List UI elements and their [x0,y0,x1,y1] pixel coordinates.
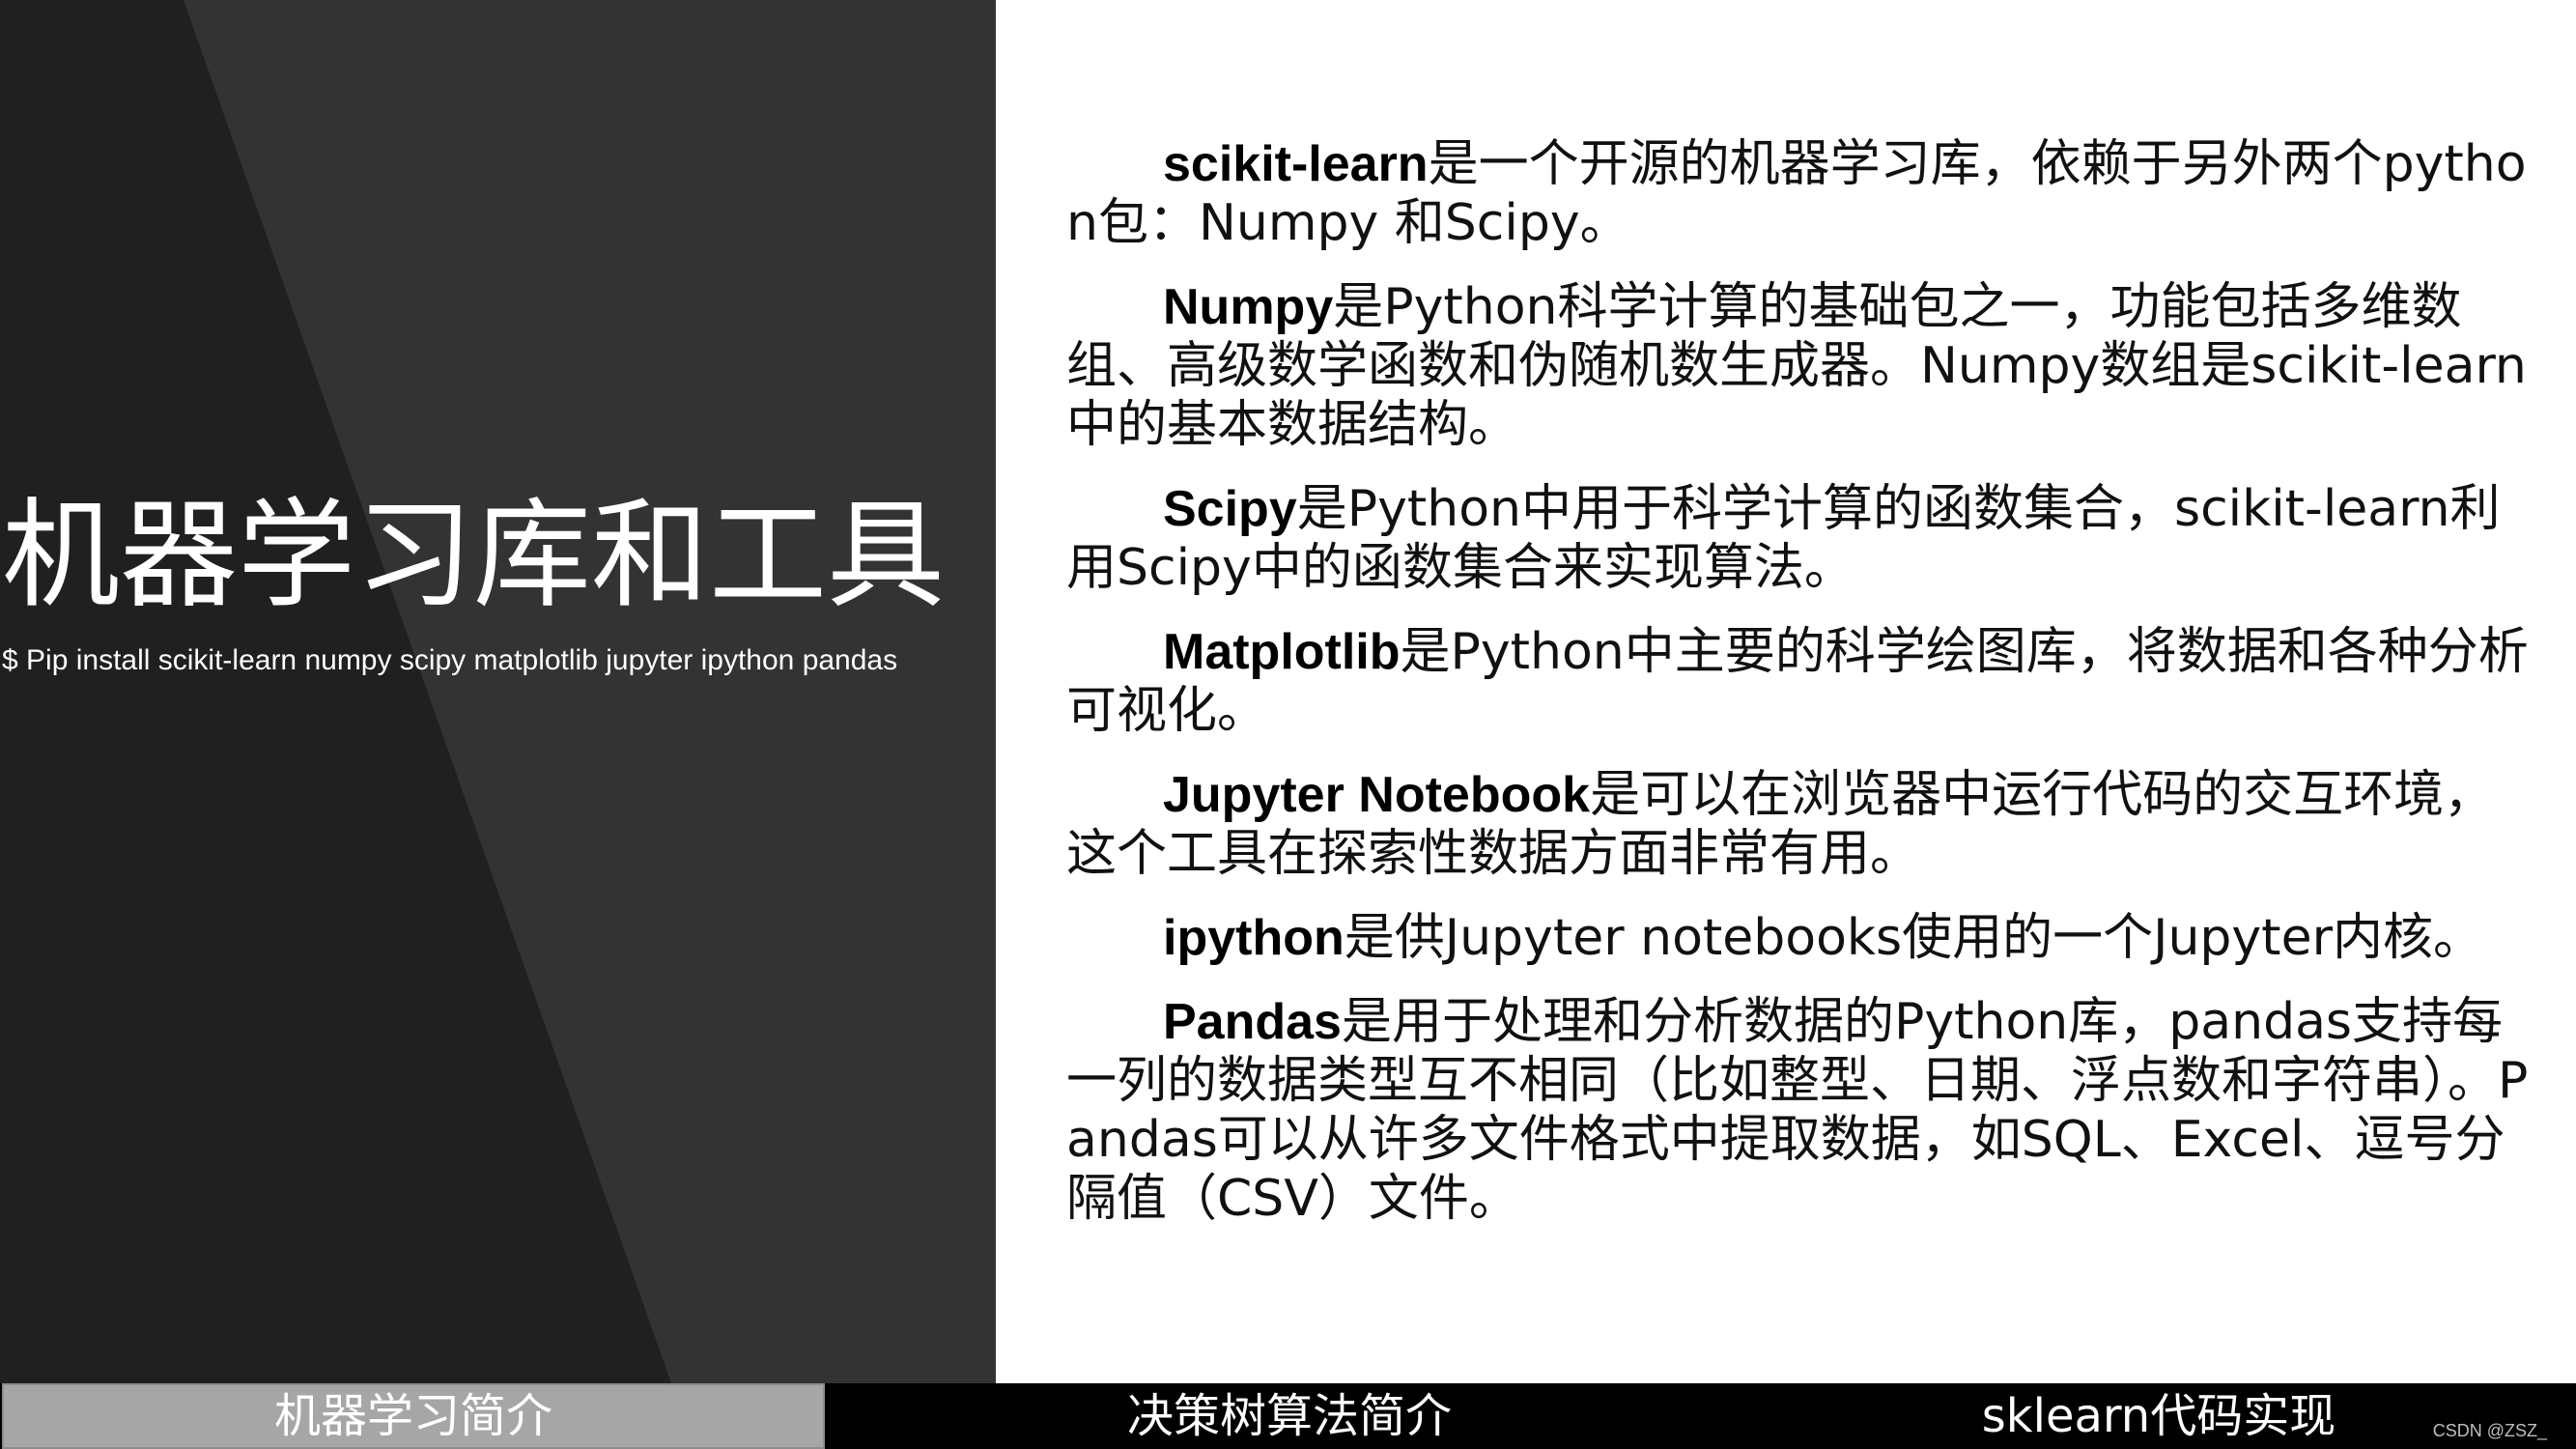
watermark: CSDN @ZSZ_ [2432,1421,2547,1440]
paragraph-scipy: Scipy是Python中用于科学计算的函数集合，scikit-learn利用S… [1066,480,2534,598]
paragraph-ipython: ipython是供Jupyter notebooks使用的一个Jupyter内核… [1066,909,2534,968]
term-label: ipython [1163,910,1345,966]
term-label: Numpy [1163,279,1334,335]
paragraph-matplotlib: Matplotlib是Python中主要的科学绘图库，将数据和各种分析可视化。 [1066,623,2534,741]
install-command: $ Pip install scikit-learn numpy scipy m… [2,644,898,676]
term-label: Jupyter Notebook [1163,767,1591,823]
paragraph-scikit-learn: scikit-learn是一个开源的机器学习库，依赖于另外两个python包：N… [1066,135,2534,253]
paragraph-text: 是供Jupyter notebooks使用的一个Jupyter内核。 [1344,909,2483,967]
slide: 机器学习库和工具 $ Pip install scikit-learn nump… [0,0,2576,1449]
term-label: Scipy [1163,481,1297,537]
content-area: scikit-learn是一个开源的机器学习库，依赖于另外两个python包：N… [1066,135,2534,1254]
tab-ml-intro[interactable]: 机器学习简介 [2,1383,825,1449]
slide-title: 机器学习库和工具 [2,487,945,624]
decorative-facet [184,0,996,1383]
term-label: Matplotlib [1163,624,1401,680]
paragraph-pandas: Pandas是用于处理和分析数据的Python库，pandas支持每一列的数据类… [1066,993,2534,1229]
paragraph-numpy: Numpy是Python科学计算的基础包之一，功能包括多维数组、高级数学函数和伪… [1066,278,2534,455]
tab-decision-tree-intro[interactable]: 决策树算法简介 [869,1383,1710,1449]
paragraph-jupyter: Jupyter Notebook是可以在浏览器中运行代码的交互环境，这个工具在探… [1066,766,2534,884]
bottom-nav-bar: 机器学习简介 决策树算法简介 sklearn代码实现 CSDN @ZSZ_ [0,1383,2576,1449]
term-label: scikit-learn [1163,136,1429,192]
term-label: Pandas [1163,994,1342,1050]
title-panel: 机器学习库和工具 $ Pip install scikit-learn nump… [0,0,996,1383]
